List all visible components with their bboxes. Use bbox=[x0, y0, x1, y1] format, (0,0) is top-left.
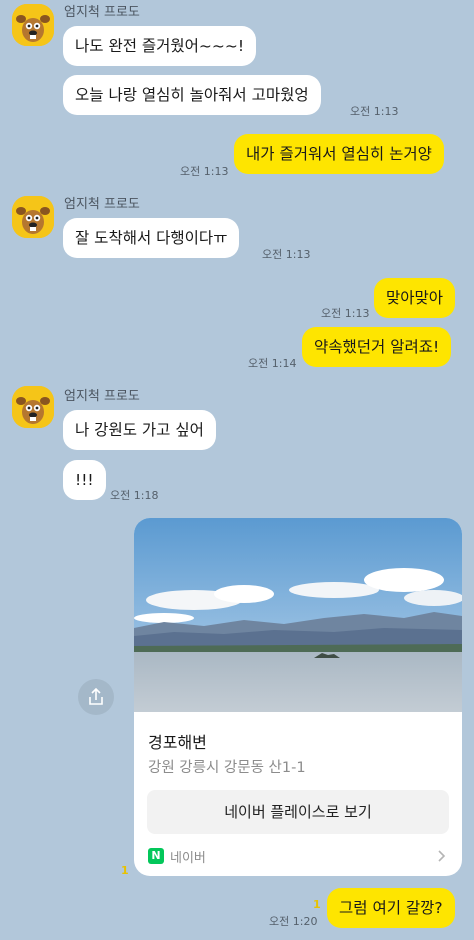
place-card[interactable]: 경포해변 강원 강릉시 강문동 산1-1 네이버 플레이스로 보기 N 네이버 bbox=[134, 518, 462, 876]
unread-count: 1 bbox=[121, 864, 129, 877]
frodo-avatar-icon bbox=[12, 386, 54, 428]
message-timestamp: 오전 1:20 bbox=[269, 915, 318, 928]
message-bubble-outgoing[interactable]: 약속했던거 알려죠! bbox=[302, 327, 452, 367]
place-photo[interactable] bbox=[134, 518, 462, 712]
message-bubble-incoming[interactable]: 잘 도착해서 다행이다ㅠ bbox=[63, 218, 240, 258]
place-address: 강원 강릉시 강문동 산1-1 bbox=[148, 760, 306, 776]
share-icon bbox=[89, 687, 103, 705]
chevron-right-icon[interactable] bbox=[437, 849, 447, 863]
message-bubble-incoming[interactable]: 오늘 나랑 열심히 놀아줘서 고마웠엉 bbox=[63, 75, 321, 115]
frodo-avatar-icon bbox=[12, 196, 54, 238]
message-bubble-outgoing[interactable]: 맞아맞아 bbox=[374, 278, 456, 318]
provider-name: 네이버 bbox=[170, 851, 206, 866]
profile-avatar[interactable] bbox=[12, 4, 54, 46]
sender-name: 엄지척 프로도 bbox=[64, 389, 140, 404]
message-bubble-outgoing[interactable]: 내가 즐거워서 열심히 논거양 bbox=[234, 134, 444, 174]
message-bubble-outgoing[interactable]: 그럼 여기 갈깡? bbox=[327, 888, 455, 928]
frodo-avatar-icon bbox=[12, 4, 54, 46]
place-title: 경포해변 bbox=[148, 733, 207, 752]
message-timestamp: 오전 1:13 bbox=[321, 307, 370, 320]
naver-place-button[interactable]: 네이버 플레이스로 보기 bbox=[147, 790, 449, 834]
message-timestamp: 오전 1:14 bbox=[248, 357, 297, 370]
message-bubble-incoming[interactable]: 나 강원도 가고 싶어 bbox=[63, 410, 216, 450]
unread-count: 1 bbox=[313, 898, 321, 911]
profile-avatar[interactable] bbox=[12, 196, 54, 238]
message-timestamp: 오전 1:13 bbox=[350, 105, 399, 118]
message-timestamp: 오전 1:18 bbox=[110, 489, 159, 502]
sender-name: 엄지척 프로도 bbox=[64, 197, 140, 212]
sender-name: 엄지척 프로도 bbox=[64, 5, 140, 20]
share-button[interactable] bbox=[78, 679, 114, 715]
message-timestamp: 오전 1:13 bbox=[180, 165, 229, 178]
message-bubble-incoming[interactable]: 나도 완전 즐거웠어~~~! bbox=[63, 26, 257, 66]
naver-logo-icon: N bbox=[148, 848, 164, 864]
message-timestamp: 오전 1:13 bbox=[262, 248, 311, 261]
message-bubble-incoming[interactable]: !!! bbox=[63, 460, 106, 500]
profile-avatar[interactable] bbox=[12, 386, 54, 428]
